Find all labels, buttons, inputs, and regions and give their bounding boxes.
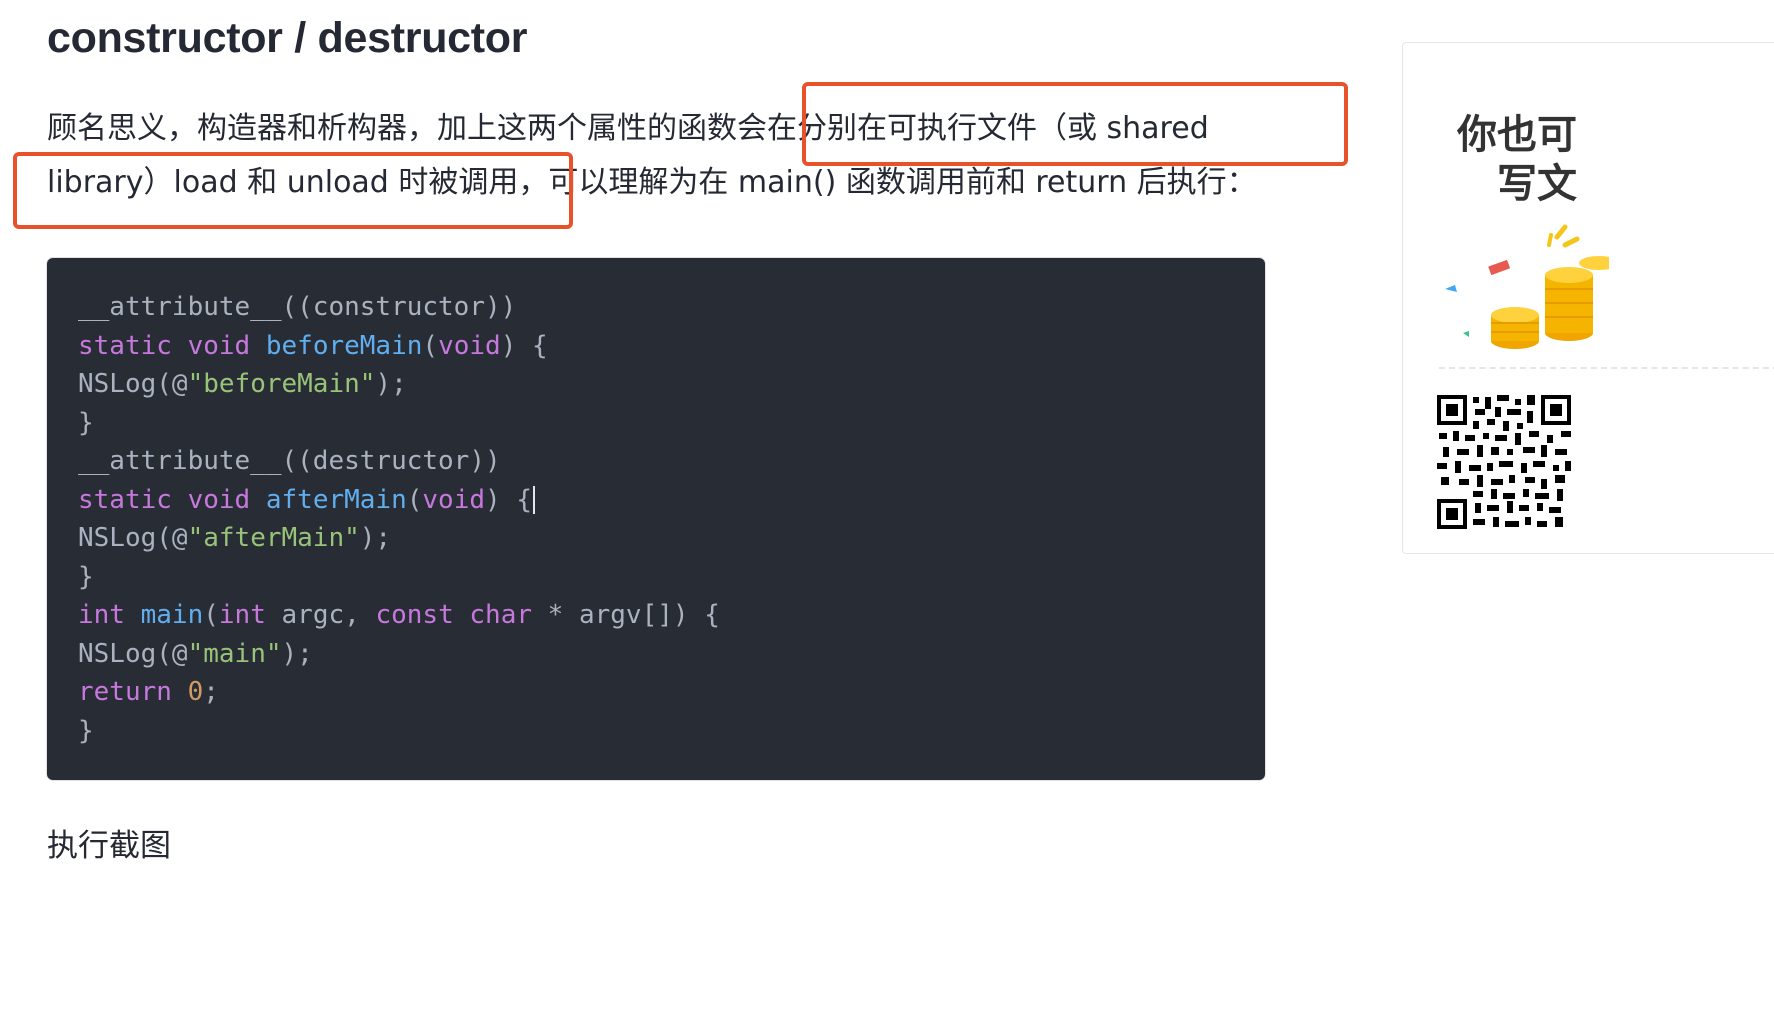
code-line: } — [78, 715, 94, 746]
sidebar-ad-card[interactable]: 你也可 写文 — [1402, 42, 1774, 554]
qr-code-icon — [1437, 395, 1571, 529]
code-token-string: "beforeMain" — [187, 369, 376, 399]
code-line: __attribute__((destructor)) — [78, 446, 501, 476]
code-token-keyword: const — [375, 600, 454, 630]
article-page: constructor / destructor 顾名思义，构造器和析构器，加上… — [0, 0, 1774, 1030]
code-line: } — [78, 407, 94, 438]
article-paragraph: 顾名思义，构造器和析构器，加上这两个属性的函数会在分别在可执行文件（或 shar… — [47, 102, 1287, 210]
code-token-keyword: int — [78, 600, 125, 630]
ad-title-line-1: 你也可 — [1457, 112, 1577, 158]
code-token-keyword: static — [78, 484, 172, 515]
code-line: static void afterMain(void) { — [78, 481, 1265, 520]
code-token-keyword: return — [78, 677, 172, 707]
code-token-keyword: void — [422, 484, 486, 515]
code-token-function: beforeMain — [265, 330, 423, 361]
paragraph-line-1: 顾名思义，构造器和析构器，加上这两个属性的函数会在分别在可执行文件（或 shar… — [47, 111, 1209, 146]
code-line: NSLog(@"beforeMain"); — [78, 369, 407, 399]
code-token-function: afterMain — [265, 484, 407, 515]
section-title: constructor / destructor — [47, 14, 528, 62]
code-line: __attribute__((constructor)) — [78, 292, 517, 322]
code-line: } — [78, 561, 94, 592]
code-token-keyword: void — [438, 330, 501, 361]
code-token-number: 0 — [187, 677, 204, 707]
code-token-function: main — [140, 600, 204, 630]
code-line: static void beforeMain(void) { — [78, 330, 548, 361]
paragraph-line-2: library）load 和 unload 时被调用，可以理解为在 main()… — [47, 165, 1257, 200]
ad-title-line-2: 写文 — [1497, 161, 1577, 207]
code-token-string: "afterMain" — [187, 523, 360, 553]
coins-illustration-icon — [1445, 224, 1609, 349]
text-cursor — [533, 486, 535, 514]
code-token-keyword: char — [469, 600, 533, 630]
code-block[interactable]: __attribute__((constructor)) static void… — [47, 258, 1265, 780]
code-token-keyword: static — [78, 330, 172, 361]
code-token-keyword: int — [218, 600, 266, 630]
code-line: int main(int argc, const char * argv[]) … — [78, 600, 720, 630]
code-token-string: "main" — [187, 638, 282, 669]
code-line: return 0; — [78, 677, 219, 707]
code-line: NSLog(@"main"); — [78, 638, 313, 669]
code-token-keyword: void — [187, 330, 251, 361]
ad-divider — [1439, 367, 1774, 369]
screenshot-subheading: 执行截图 — [47, 828, 171, 864]
code-line: NSLog(@"afterMain"); — [78, 523, 392, 553]
code-token-keyword: void — [187, 484, 251, 515]
